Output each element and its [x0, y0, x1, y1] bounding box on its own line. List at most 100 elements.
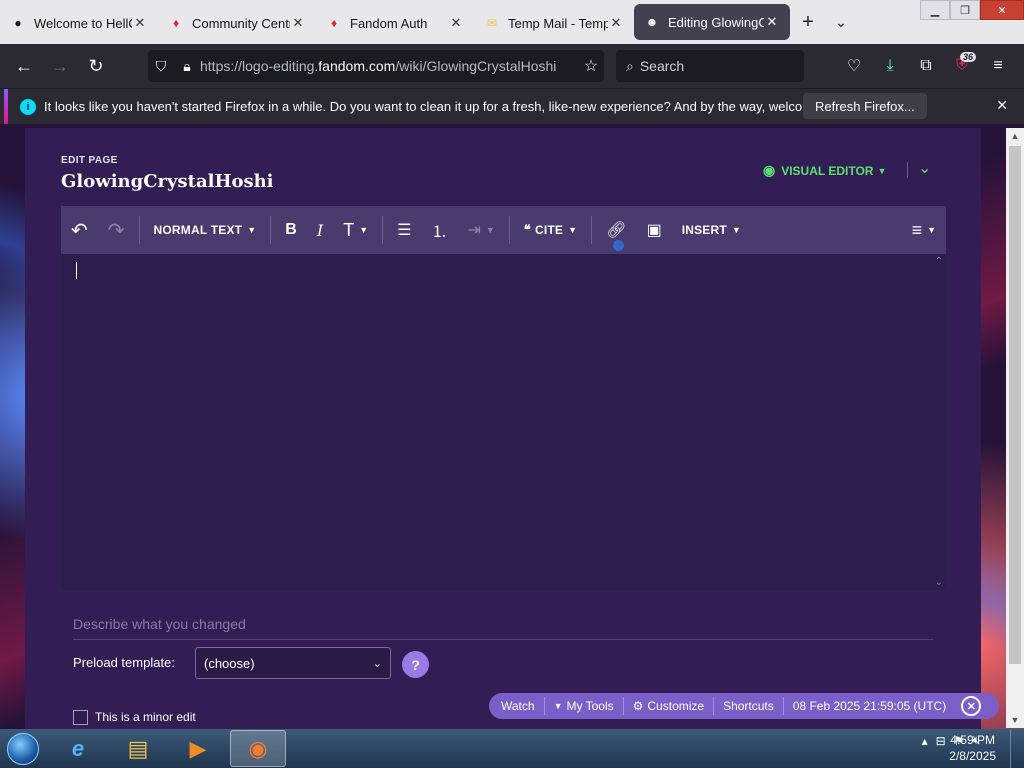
- divider: [591, 216, 593, 244]
- indent-icon: ⇥: [467, 222, 481, 239]
- preload-template-label: Preload template:: [73, 655, 175, 670]
- close-icon[interactable]: ✕: [608, 15, 624, 31]
- divider: [508, 216, 510, 244]
- close-window-button[interactable]: ✕: [980, 0, 1024, 20]
- url-bar[interactable]: ⛉ 🔒︎ https://logo-editing.fandom.com/wik…: [148, 50, 604, 82]
- chevron-up-icon[interactable]: ⌃: [935, 256, 943, 267]
- start-button[interactable]: [0, 729, 46, 768]
- insert-dropdown[interactable]: INSERT ▼: [672, 206, 751, 254]
- preload-template-select[interactable]: (choose) ⌄: [195, 647, 391, 679]
- shortcuts-button[interactable]: Shortcuts: [714, 693, 783, 719]
- new-tab-button[interactable]: +: [790, 0, 826, 44]
- tracking-shield-icon[interactable]: ⛉: [148, 58, 174, 75]
- scrollbar-thumb[interactable]: [1009, 146, 1021, 664]
- refresh-firefox-button[interactable]: Refresh Firefox...: [803, 93, 927, 119]
- link-icon[interactable]: 🔗︎: [596, 206, 636, 254]
- lock-icon[interactable]: 🔒︎: [174, 58, 200, 75]
- extensions-icon[interactable]: ⧉: [908, 50, 944, 82]
- edit-page-label: EDIT PAGE: [61, 155, 118, 166]
- bookmark-star-icon[interactable]: ☆: [578, 56, 604, 76]
- system-clock[interactable]: 4:59 PM 2/8/2025: [949, 732, 996, 764]
- file-explorer-icon[interactable]: ▤: [110, 730, 166, 767]
- back-arrow-icon[interactable]: ←: [6, 50, 42, 82]
- mail-icon: ✉: [486, 16, 498, 30]
- numbered-list-icon[interactable]: ⒈: [421, 206, 457, 254]
- caret-down-icon: ▼: [359, 225, 369, 235]
- close-icon[interactable]: ✕: [961, 696, 982, 716]
- text-style-dropdown[interactable]: T ▼: [333, 206, 378, 254]
- globe-icon: ●: [14, 16, 22, 30]
- search-placeholder: Search: [639, 58, 685, 74]
- minor-edit-checkbox[interactable]: [73, 710, 88, 725]
- info-icon: i: [20, 98, 36, 115]
- close-icon[interactable]: ✕: [290, 15, 306, 31]
- tab-temp-mail[interactable]: ✉ Temp Mail - Temp ✕: [474, 3, 634, 43]
- cite-icon: ❝: [523, 222, 531, 237]
- notification-bar: i It looks like you haven't started Fire…: [0, 88, 1024, 124]
- utc-clock: 08 Feb 2025 21:59:05 (UTC): [792, 699, 947, 713]
- tab-welcome[interactable]: ● Welcome to HellC ✕: [0, 3, 158, 43]
- show-desktop-button[interactable]: [1010, 729, 1024, 768]
- minimize-button[interactable]: ▁: [920, 0, 950, 20]
- forward-arrow-icon[interactable]: →: [42, 50, 78, 82]
- tab-title: Welcome to HellC: [34, 15, 132, 31]
- media-player-icon[interactable]: ▶: [170, 730, 226, 767]
- network-icon[interactable]: ⊟: [936, 734, 946, 748]
- paragraph-format-dropdown[interactable]: NORMAL TEXT ▼: [144, 206, 267, 254]
- close-icon[interactable]: ✕: [996, 97, 1008, 114]
- edit-summary-input[interactable]: Describe what you changed: [73, 616, 933, 640]
- bold-icon[interactable]: B: [275, 206, 307, 254]
- chevron-down-icon[interactable]: ⌄: [935, 577, 943, 588]
- pocket-icon[interactable]: ♡: [836, 50, 872, 82]
- cite-dropdown[interactable]: ❝ CITE ▼: [514, 206, 587, 254]
- page-scrollbar[interactable]: ▲ ▼: [1006, 128, 1024, 728]
- help-button[interactable]: ?: [402, 651, 429, 678]
- bullet-list-icon[interactable]: ☰: [387, 206, 421, 254]
- tab-community-central[interactable]: ♦ Community Centr ✕: [158, 3, 316, 43]
- close-icon[interactable]: ✕: [448, 15, 464, 31]
- watch-button[interactable]: Watch: [489, 693, 544, 719]
- italic-icon[interactable]: I: [307, 206, 333, 254]
- internet-explorer-icon[interactable]: e: [50, 730, 106, 767]
- firefox-icon[interactable]: ◉: [230, 730, 286, 767]
- scroll-up-arrow-icon[interactable]: ▲: [1006, 128, 1024, 144]
- indent-dropdown[interactable]: ⇥ ▼: [457, 206, 504, 254]
- caret-down-icon: ▼: [553, 701, 563, 711]
- url-text[interactable]: https://logo-editing.fandom.com/wiki/Glo…: [200, 58, 578, 74]
- visual-editor-toggle[interactable]: ◉ VISUAL EDITOR ▼: [763, 162, 886, 179]
- hamburger-icon: ≡: [911, 219, 923, 240]
- close-icon[interactable]: ✕: [132, 15, 148, 31]
- text-style-icon: T: [343, 219, 355, 240]
- customize-button[interactable]: ⚙ Customize: [624, 693, 713, 719]
- divider: [138, 216, 140, 244]
- restore-button[interactable]: ❐: [950, 0, 980, 20]
- reload-icon[interactable]: ↻: [78, 50, 114, 82]
- editor-toolbar: ↶ ↷ NORMAL TEXT ▼ B I T ▼ ☰ ⒈ ⇥ ▼ ❝ CITE ▼ 🔗︎…: [61, 206, 946, 254]
- menu-icon[interactable]: ≡: [980, 50, 1016, 82]
- scroll-down-arrow-icon[interactable]: ▼: [1006, 712, 1024, 728]
- image-icon[interactable]: ▣: [637, 206, 672, 254]
- tab-list-chevron-icon[interactable]: ⌄: [826, 0, 856, 44]
- divider: [270, 216, 272, 244]
- undo-icon[interactable]: ↶: [61, 206, 98, 254]
- toolbar-right: ♡ ⤓ ⧉ ⛨ 36 ≡: [836, 50, 1016, 82]
- show-hidden-icons-icon[interactable]: ▴: [922, 734, 928, 748]
- tab-title: Temp Mail - Temp: [508, 15, 608, 31]
- tab-fandom-auth[interactable]: ♦ Fandom Auth ✕: [316, 3, 474, 43]
- caret-down-icon: ▼: [485, 225, 495, 235]
- search-bar[interactable]: ⌕ Search: [616, 50, 804, 82]
- download-icon[interactable]: ⤓: [872, 50, 908, 82]
- close-icon[interactable]: ✕: [764, 14, 780, 30]
- my-tools-button[interactable]: ▼ My Tools: [545, 693, 623, 719]
- editor-content-area[interactable]: ⌃ ⌄: [61, 254, 946, 590]
- tab-editing[interactable]: ☻ Editing GlowingCr ✕: [634, 4, 790, 40]
- floating-toolbar: Watch ▼ My Tools ⚙ Customize Shortcuts 08 …: [489, 693, 999, 719]
- redo-icon[interactable]: ↷: [98, 206, 135, 254]
- ublock-icon[interactable]: ⛨ 36: [944, 50, 980, 82]
- chevron-down-icon: ⌄: [372, 657, 382, 670]
- editor-mode-label: VISUAL EDITOR: [781, 163, 874, 178]
- chevron-down-icon[interactable]: ⌄: [918, 158, 931, 178]
- preload-template-value: (choose): [204, 655, 255, 671]
- more-options-dropdown[interactable]: ≡ ▼: [902, 206, 946, 254]
- taskbar: e ▤ ▶ ◉ ▴ ⊟ ⚑ 🔇︎ 4:59 PM 2/8/2025: [0, 729, 1024, 768]
